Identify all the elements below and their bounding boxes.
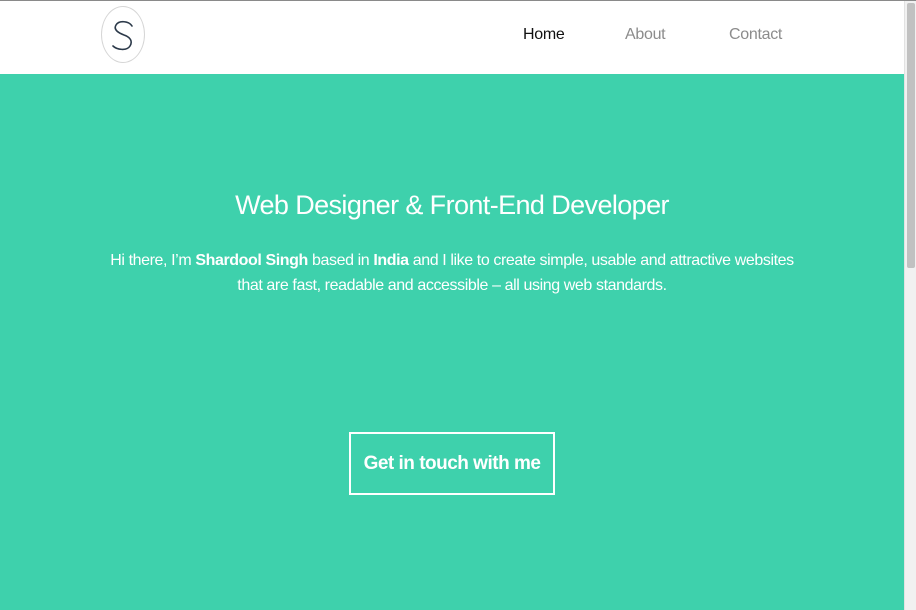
get-in-touch-button[interactable]: Get in touch with me bbox=[349, 432, 555, 495]
intro-location: India bbox=[373, 252, 409, 269]
navbar: Home About Contact bbox=[0, 1, 904, 74]
nav-home-link[interactable]: Home bbox=[523, 26, 565, 44]
hero-title: Web Designer & Front-End Developer bbox=[235, 190, 669, 220]
nav-contact-link[interactable]: Contact bbox=[729, 26, 782, 44]
logo-s-icon bbox=[112, 20, 133, 51]
hero-intro: Hi there, I’m Shardool Singh based in In… bbox=[100, 248, 804, 298]
page: Home About Contact Web Designer & Front-… bbox=[0, 0, 916, 610]
scrollbar-thumb[interactable] bbox=[907, 3, 915, 268]
intro-text-part2: based in bbox=[307, 252, 374, 269]
hero-section: Web Designer & Front-End Developer Hi th… bbox=[0, 74, 904, 610]
intro-name: Shardool Singh bbox=[195, 252, 308, 269]
intro-text-part1: Hi there, I’m bbox=[110, 252, 196, 269]
nav-about-link[interactable]: About bbox=[625, 26, 666, 44]
vertical-scrollbar[interactable] bbox=[904, 1, 916, 610]
viewport: Home About Contact Web Designer & Front-… bbox=[0, 1, 904, 610]
logo-link[interactable] bbox=[101, 6, 145, 63]
